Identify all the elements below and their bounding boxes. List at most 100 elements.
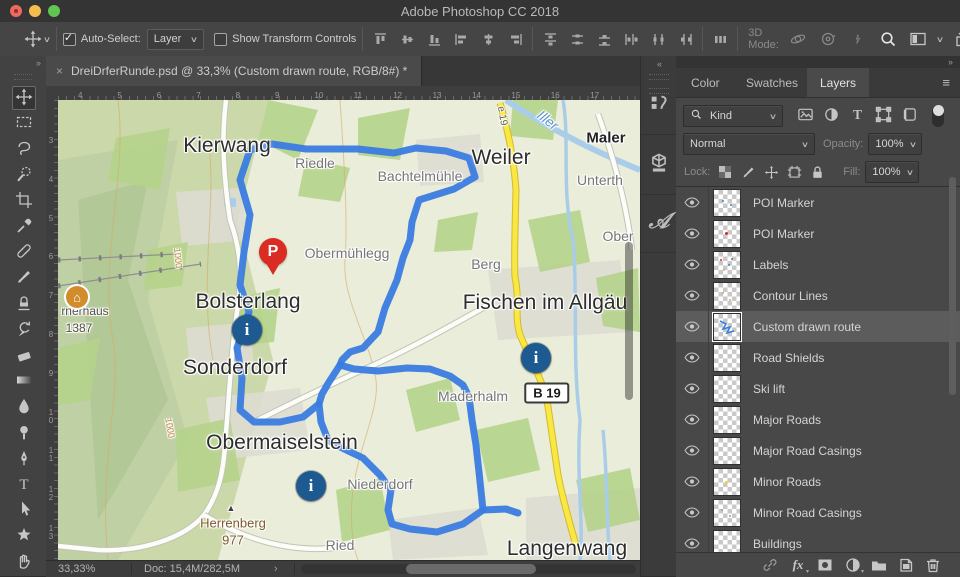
lasso-tool[interactable]: [12, 138, 36, 162]
path-selection-tool[interactable]: [12, 499, 36, 523]
align-right-edges-icon[interactable]: [504, 28, 526, 50]
layer-visibility-eye-icon[interactable]: [676, 218, 709, 249]
align-horizontal-centers-icon[interactable]: [477, 28, 499, 50]
new-adjustment-layer-button[interactable]: [843, 556, 863, 574]
horizontal-ruler[interactable]: 4567891011121314151617: [58, 86, 640, 101]
layer-filter-kind-dropdown[interactable]: Kind∨: [683, 105, 783, 127]
layer-thumbnail[interactable]: [713, 468, 741, 496]
pen-tool[interactable]: [12, 447, 36, 471]
horizontal-scrollbar-thumb[interactable]: [406, 564, 536, 574]
brush-tool[interactable]: [12, 267, 36, 291]
link-layers-button[interactable]: [760, 556, 780, 574]
crop-tool[interactable]: [12, 189, 36, 213]
layer-name[interactable]: POI Marker: [753, 227, 814, 241]
layer-name[interactable]: Contour Lines: [753, 289, 828, 303]
spot-healing-brush-tool[interactable]: [12, 241, 36, 265]
layer-visibility-eye-icon[interactable]: [676, 435, 709, 466]
layer-thumbnail[interactable]: [713, 251, 741, 279]
hand-tool[interactable]: [12, 550, 36, 574]
panel-collapse-chevron-icon[interactable]: ››: [948, 57, 952, 67]
layer-row[interactable]: Road Shields: [676, 342, 960, 374]
canvas-horizontal-scrollbar[interactable]: [301, 564, 636, 574]
layer-name[interactable]: Major Roads: [753, 413, 821, 427]
canvas-vertical-scrollbar[interactable]: [625, 242, 633, 400]
workspace-switcher-icon[interactable]: [907, 28, 929, 50]
layer-thumbnail[interactable]: [713, 220, 741, 248]
properties-panel-icon[interactable]: [641, 92, 677, 119]
tab-layers[interactable]: Layers: [807, 68, 869, 97]
lock-position-icon[interactable]: [761, 163, 781, 181]
layer-visibility-eye-icon[interactable]: [676, 404, 709, 435]
gradient-tool[interactable]: [12, 370, 36, 394]
distribute-vertical-centers-icon[interactable]: [566, 28, 588, 50]
panel-menu-icon[interactable]: ≡: [942, 75, 950, 90]
layer-row[interactable]: Major Roads: [676, 404, 960, 436]
dock-collapse-chevron-icon[interactable]: ‹‹: [641, 59, 677, 69]
lock-transparent-icon[interactable]: [715, 163, 735, 181]
layer-name[interactable]: Custom drawn route: [753, 320, 861, 334]
layer-visibility-eye-icon[interactable]: [676, 466, 709, 497]
layer-name[interactable]: Road Shields: [753, 351, 824, 365]
3d-roll-icon[interactable]: [817, 28, 839, 50]
distribute-horizontal-centers-icon[interactable]: [647, 28, 669, 50]
distribute-left-edges-icon[interactable]: [620, 28, 642, 50]
rectangular-marquee-tool[interactable]: [12, 112, 36, 136]
layer-row[interactable]: Minor Road Casings: [676, 497, 960, 529]
workspace-chevron-icon[interactable]: ∨: [936, 35, 944, 44]
close-tab-icon[interactable]: ×: [56, 64, 63, 78]
tool-preset-chevron-icon[interactable]: ∨: [43, 35, 51, 44]
layer-visibility-eye-icon[interactable]: [676, 373, 709, 404]
search-icon[interactable]: [877, 28, 899, 50]
blur-tool[interactable]: [12, 396, 36, 420]
layer-thumbnail[interactable]: [713, 282, 741, 310]
document-size-info[interactable]: Doc: 15,4M/282,5M: [144, 563, 240, 575]
fill-value-dropdown[interactable]: 100%∨: [865, 161, 919, 183]
layer-thumbnail[interactable]: [713, 499, 741, 527]
layer-thumbnail[interactable]: [713, 344, 741, 372]
add-layer-mask-button[interactable]: [815, 556, 835, 574]
layer-thumbnail[interactable]: [713, 437, 741, 465]
auto-select-target-dropdown[interactable]: Layer∨: [147, 29, 204, 50]
eyedropper-tool[interactable]: [12, 215, 36, 239]
quick-selection-tool[interactable]: [12, 163, 36, 187]
align-vertical-centers-icon[interactable]: [396, 28, 418, 50]
layer-row[interactable]: Custom drawn route: [676, 311, 960, 343]
layer-name[interactable]: POI Marker: [753, 196, 814, 210]
tab-swatches[interactable]: Swatches: [733, 68, 811, 97]
layer-thumbnail[interactable]: [713, 313, 741, 341]
distribute-top-edges-icon[interactable]: [539, 28, 561, 50]
layer-name[interactable]: Buildings: [753, 537, 802, 551]
tab-color[interactable]: Color: [678, 68, 733, 97]
document-tab[interactable]: × DreiDrferRunde.psd @ 33,3% (Custom dra…: [46, 56, 422, 86]
show-transform-controls-checkbox[interactable]: Show Transform Controls: [214, 33, 356, 46]
layer-thumbnail[interactable]: [713, 530, 741, 554]
align-top-edges-icon[interactable]: [369, 28, 391, 50]
type-tool[interactable]: T: [12, 473, 36, 497]
layer-name[interactable]: Major Road Casings: [753, 444, 862, 458]
align-bottom-edges-icon[interactable]: [423, 28, 445, 50]
zoom-level[interactable]: 33,33%: [58, 563, 95, 575]
checkbox-unchecked-icon[interactable]: [214, 33, 227, 46]
layer-thumbnail[interactable]: [713, 189, 741, 217]
layer-visibility-eye-icon[interactable]: [676, 311, 709, 342]
delete-layer-button[interactable]: [923, 556, 943, 574]
layer-row[interactable]: Labels: [676, 249, 960, 281]
layer-visibility-eye-icon[interactable]: [676, 187, 709, 218]
layer-visibility-eye-icon[interactable]: [676, 528, 709, 553]
eraser-tool[interactable]: [12, 344, 36, 368]
status-chevron-icon[interactable]: ›: [274, 563, 278, 575]
layer-row[interactable]: Buildings: [676, 528, 960, 553]
opacity-value-dropdown[interactable]: 100%∨: [868, 133, 922, 155]
layer-row[interactable]: POI Marker: [676, 218, 960, 250]
new-group-button[interactable]: [869, 556, 889, 574]
layer-style-fx-button[interactable]: fx: [788, 556, 808, 574]
pixel-layer-filter-icon[interactable]: [797, 106, 814, 126]
distribute-spacing-icon[interactable]: [709, 28, 731, 50]
layer-row[interactable]: Contour Lines: [676, 280, 960, 312]
new-layer-button[interactable]: [896, 556, 916, 574]
layer-name[interactable]: Ski lift: [753, 382, 785, 396]
3d-orbit-icon[interactable]: [787, 28, 809, 50]
layer-thumbnail[interactable]: [713, 406, 741, 434]
layer-visibility-eye-icon[interactable]: [676, 249, 709, 280]
auto-select-checkbox[interactable]: Auto-Select:: [63, 33, 141, 46]
